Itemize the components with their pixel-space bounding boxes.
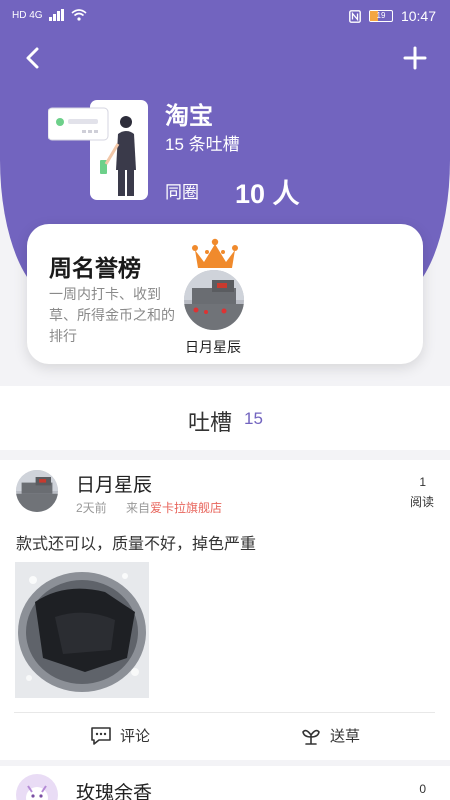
avatar[interactable] — [16, 774, 58, 800]
complaint-tab-bar: 吐槽 15 — [0, 386, 450, 450]
post-text: 款式还可以，质量不好，掉色严重 — [16, 536, 257, 553]
comment-button[interactable]: 评论 — [90, 725, 150, 746]
add-button[interactable] — [402, 44, 428, 72]
comment-icon — [91, 726, 111, 745]
post-source: 来自爱卡拉旗舰店 — [126, 501, 223, 515]
read-count: 1 — [419, 475, 426, 489]
read-label: 阅读 — [409, 495, 434, 509]
grass-icon — [302, 729, 320, 745]
give-grass-button[interactable]: 送草 — [300, 725, 360, 746]
clock: 10:47 — [400, 8, 436, 24]
honor-description: 一周内打卡、收到草、所得金币之和的排行 — [49, 286, 175, 344]
shop-link[interactable]: 爱卡拉旗舰店 — [150, 501, 222, 515]
plus-icon — [403, 46, 427, 70]
chevron-left-icon — [26, 47, 39, 69]
circle-member-count: 10 人 — [235, 179, 300, 209]
post-author[interactable]: 日月星辰 — [76, 470, 152, 497]
comment-label: 评论 — [120, 728, 151, 745]
weekly-honor-card[interactable]: 周名誉榜 一周内打卡、收到草、所得金币之和的排行 日月星辰 — [27, 224, 423, 364]
status-bar: HD 4G 19 10:47 — [0, 0, 450, 34]
battery-icon: 19 — [368, 10, 393, 22]
post-time: 2天前 — [76, 501, 107, 515]
post-card[interactable]: 日月星辰 2天前 来自爱卡拉旗舰店 1 阅读 款式还可以，质量不好，掉色严重 评… — [0, 460, 450, 760]
divider — [14, 712, 435, 713]
honor-title: 周名誉榜 — [49, 255, 141, 281]
post-card[interactable]: 玫瑰余香 0 — [0, 766, 450, 800]
signal-icon — [48, 9, 64, 21]
wifi-icon — [71, 9, 87, 21]
post-image[interactable] — [15, 562, 149, 698]
group-title: 淘宝 — [165, 103, 213, 130]
tab-complaints[interactable]: 吐槽 — [188, 405, 232, 437]
network-indicator: HD 4G — [12, 9, 43, 21]
complaint-count: 15 条吐槽 — [165, 135, 240, 154]
top-user-name[interactable]: 日月星辰 — [185, 337, 241, 357]
post-author[interactable]: 玫瑰余香 — [76, 778, 152, 800]
give-label: 送草 — [330, 728, 361, 745]
top-user-avatar[interactable] — [184, 270, 244, 330]
circle-illustration — [47, 100, 150, 202]
circle-label: 同圈 — [165, 183, 199, 202]
back-button[interactable] — [22, 44, 46, 72]
crown-icon — [192, 238, 238, 268]
nfc-icon — [349, 9, 361, 23]
tab-complaints-count: 15 — [244, 409, 263, 428]
read-count: 0 — [419, 782, 426, 796]
avatar[interactable] — [16, 470, 58, 512]
